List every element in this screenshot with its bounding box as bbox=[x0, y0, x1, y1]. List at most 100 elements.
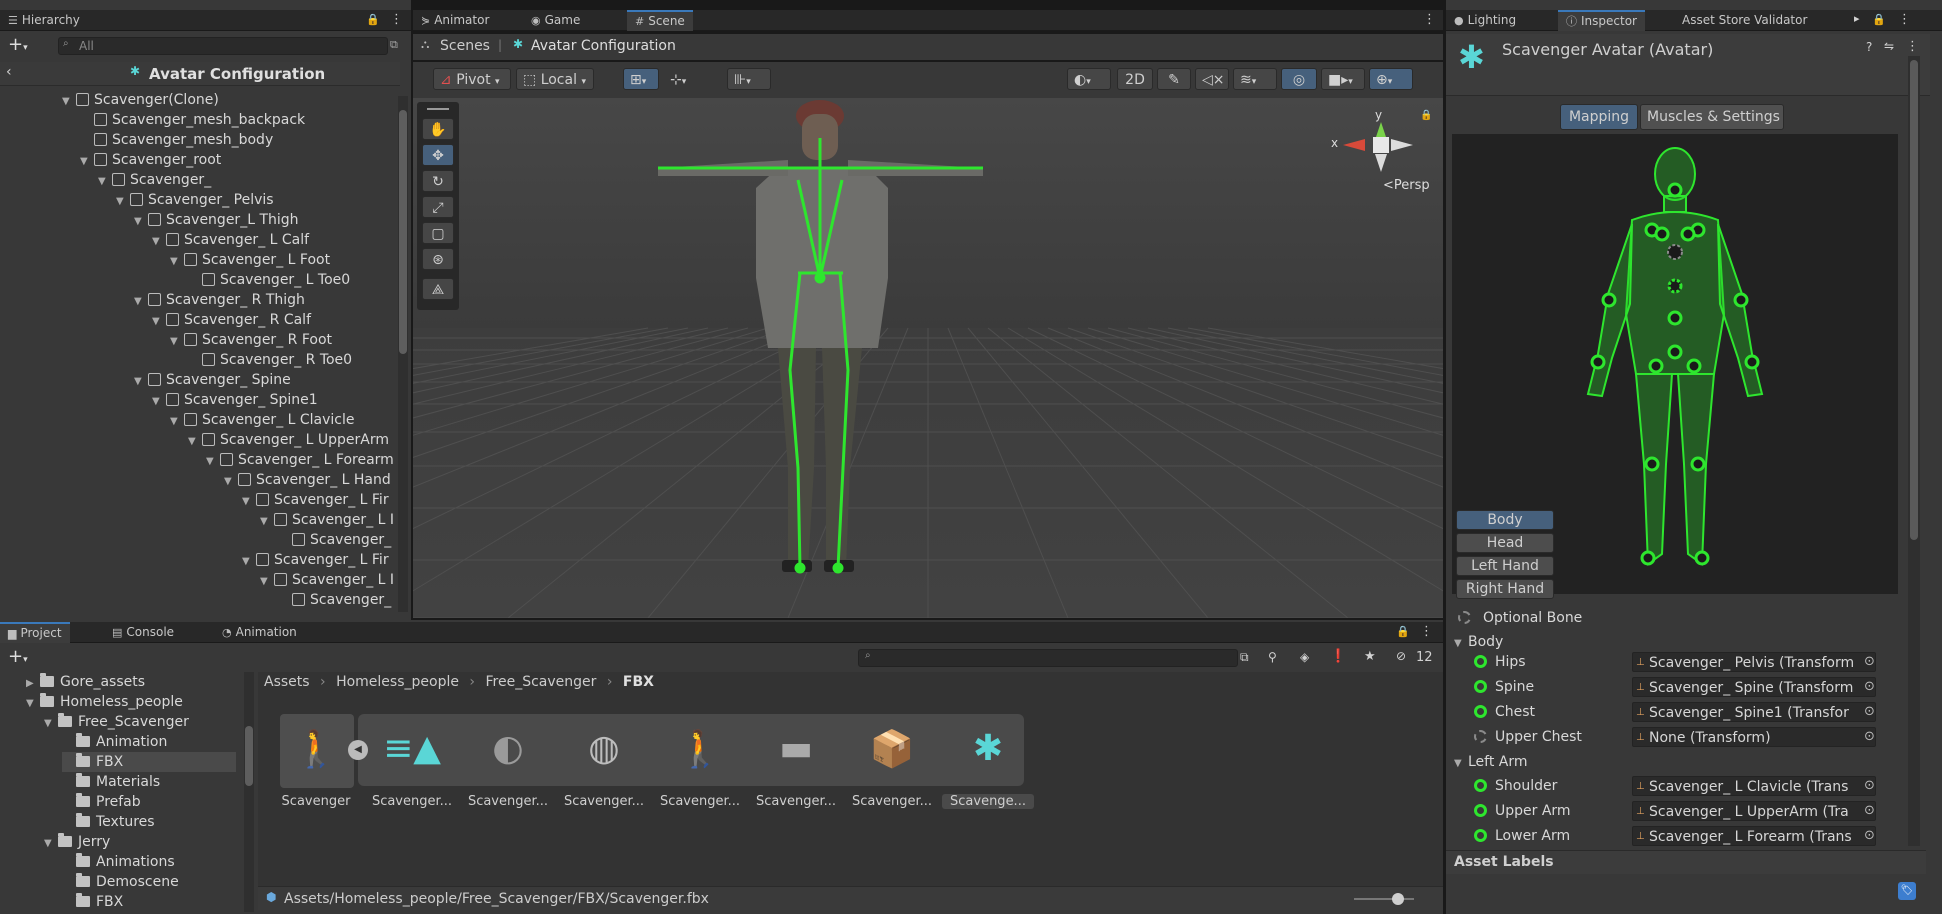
object-picker-icon[interactable]: ⊙ bbox=[1864, 677, 1875, 697]
expand-arrow-icon[interactable]: ▼ bbox=[134, 212, 144, 232]
expand-arrow-icon[interactable]: ▼ bbox=[44, 834, 54, 854]
scale-tool[interactable]: ⤢ bbox=[422, 196, 454, 218]
hierarchy-item[interactable]: ▼ Scavenger_ L Clavicle bbox=[170, 410, 355, 430]
section-body[interactable]: ▼ Body bbox=[1454, 632, 1503, 652]
inspector-scrollbar[interactable] bbox=[1908, 56, 1920, 846]
tab-scene[interactable]: # Scene bbox=[627, 10, 693, 31]
gizmos-dropdown[interactable]: ⊕▾ bbox=[1369, 68, 1413, 90]
2d-toggle[interactable]: 2D bbox=[1117, 68, 1153, 90]
hierarchy-item[interactable]: ▼ Scavenger_ R Thigh bbox=[134, 290, 305, 310]
increment-snap-button[interactable]: ⊹▾ bbox=[663, 68, 699, 90]
lighting-toggle[interactable]: ✎ bbox=[1157, 68, 1191, 90]
rect-tool[interactable]: ▢ bbox=[422, 222, 454, 244]
expand-arrow-icon[interactable]: ▼ bbox=[152, 392, 162, 412]
tab-project[interactable]: ▆ Project bbox=[0, 622, 70, 643]
back-arrow-icon[interactable]: ‹ bbox=[6, 64, 12, 80]
bone-transform-field[interactable]: ⊥ Scavenger_ Pelvis (Transform bbox=[1632, 652, 1876, 672]
hierarchy-item[interactable]: Scavenger_ bbox=[278, 530, 391, 550]
hidden-packages-icon[interactable]: ⊘ bbox=[1396, 649, 1406, 663]
lock-icon[interactable]: 🔒 bbox=[1420, 110, 1432, 121]
tab-animation[interactable]: ◔ Animation bbox=[214, 622, 305, 643]
asset-tile[interactable]: 📦 bbox=[856, 714, 928, 786]
project-folder-item[interactable]: Materials bbox=[62, 772, 160, 792]
asset-tile[interactable]: ◍ bbox=[568, 714, 640, 786]
expand-arrow-icon[interactable]: ▼ bbox=[260, 512, 270, 532]
bone-transform-field[interactable]: ⊥ None (Transform) bbox=[1632, 727, 1876, 747]
project-folder-item[interactable]: Textures bbox=[62, 812, 155, 832]
hand-tool[interactable]: ✋ bbox=[422, 118, 454, 140]
kebab-menu-icon[interactable]: ⋮ bbox=[1420, 624, 1433, 639]
asset-scrollbar[interactable] bbox=[258, 702, 260, 882]
hierarchy-item[interactable]: ▼ Scavenger_ L Hand bbox=[224, 470, 391, 490]
hierarchy-search-input[interactable]: ⌕ All bbox=[58, 37, 388, 55]
hierarchy-item[interactable]: Scavenger_ L Toe0 bbox=[188, 270, 350, 290]
persp-label[interactable]: <Persp bbox=[1383, 178, 1430, 193]
expand-arrow-icon[interactable]: ▼ bbox=[98, 172, 108, 192]
object-picker-icon[interactable]: ⊙ bbox=[1864, 801, 1875, 821]
visibility-toggle[interactable]: ◎ bbox=[1281, 68, 1317, 90]
help-icon[interactable]: ? bbox=[1866, 40, 1872, 54]
hierarchy-item[interactable]: Scavenger_ R Toe0 bbox=[188, 350, 352, 370]
object-picker-icon[interactable]: ⊙ bbox=[1864, 702, 1875, 722]
hierarchy-item[interactable]: ▼ Scavenger_ R Calf bbox=[152, 310, 311, 330]
expand-arrow-icon[interactable]: ▼ bbox=[170, 332, 180, 352]
kebab-menu-icon[interactable]: ⋮ bbox=[1898, 12, 1911, 27]
expand-arrow-icon[interactable]: ▼ bbox=[152, 312, 162, 332]
project-folder-item[interactable]: FBX bbox=[62, 892, 123, 912]
asset-tile[interactable]: ▬ bbox=[760, 714, 832, 786]
expand-arrow-icon[interactable]: ▼ bbox=[134, 372, 144, 392]
lock-icon[interactable]: 🔒 bbox=[366, 13, 380, 26]
hierarchy-item[interactable]: ▼ Scavenger_ Pelvis bbox=[116, 190, 274, 210]
hierarchy-item[interactable]: ▼ Scavenger_ R Foot bbox=[170, 330, 332, 350]
expand-arrow-icon[interactable]: ▼ bbox=[62, 92, 72, 112]
tab-asset-store-validator[interactable]: Asset Store Validator bbox=[1674, 10, 1815, 31]
bone-transform-field[interactable]: ⊥ Scavenger_ L Forearm (Trans bbox=[1632, 826, 1876, 846]
filter-by-type-icon[interactable]: ⚲ bbox=[1268, 650, 1277, 664]
object-picker-icon[interactable]: ⊙ bbox=[1864, 776, 1875, 796]
bone-transform-field[interactable]: ⊥ Scavenger_ Spine (Transform bbox=[1632, 677, 1876, 697]
search-by-type-icon[interactable]: ⧉ bbox=[1240, 650, 1249, 665]
expand-arrow-icon[interactable]: ▼ bbox=[242, 492, 252, 512]
breadcrumb-scenes[interactable]: Scenes bbox=[440, 38, 490, 54]
project-folder-item[interactable]: ▶ Gore_assets bbox=[26, 672, 145, 692]
hierarchy-item[interactable]: ▼ Scavenger_ L UpperArm bbox=[188, 430, 389, 450]
expand-arrow-icon[interactable]: ▼ bbox=[152, 232, 162, 252]
kebab-menu-icon[interactable]: ⋮ bbox=[1906, 39, 1919, 54]
hierarchy-item[interactable]: ▼ Scavenger_ L Calf bbox=[152, 230, 309, 250]
asset-tile[interactable]: ✱ bbox=[952, 714, 1024, 786]
hierarchy-item[interactable]: ▼ Scavenger_L Thigh bbox=[134, 210, 299, 230]
shading-mode-button[interactable]: ◐▾ bbox=[1067, 68, 1111, 90]
local-dropdown[interactable]: ⬚ Local ▾ bbox=[516, 68, 594, 90]
tab-muscles-settings[interactable]: Muscles & Settings bbox=[1640, 104, 1784, 130]
settings-icon[interactable]: ⇋ bbox=[1884, 39, 1894, 53]
project-folder-item[interactable]: Animation bbox=[62, 732, 167, 752]
scene-viewport[interactable]: ✋ ✥ ↻ ⤢ ▢ ⊛ ⟁ y x 🔒 <Persp bbox=[413, 98, 1443, 618]
character-model[interactable] bbox=[638, 98, 1098, 598]
expand-arrow-icon[interactable]: ▼ bbox=[224, 472, 234, 492]
transform-tool[interactable]: ⊛ bbox=[422, 248, 454, 270]
kebab-menu-icon[interactable]: ⋮ bbox=[1423, 12, 1436, 27]
add-icon[interactable]: +▾ bbox=[8, 646, 28, 667]
add-icon[interactable]: +▾ bbox=[8, 34, 28, 55]
object-picker-icon[interactable]: ⊙ bbox=[1864, 727, 1875, 747]
tab-animator[interactable]: ⋟ Animator bbox=[413, 10, 497, 31]
warning-icon[interactable]: ❗ bbox=[1330, 649, 1346, 664]
search-filter-icon[interactable]: ⧉ bbox=[390, 38, 398, 52]
breadcrumb-item[interactable]: Assets bbox=[264, 674, 310, 690]
breadcrumb-item[interactable]: Free_Scavenger bbox=[485, 674, 596, 690]
head-button[interactable]: Head bbox=[1456, 533, 1554, 553]
breadcrumb-item[interactable]: Homeless_people bbox=[336, 674, 459, 690]
bone-transform-field[interactable]: ⊥ Scavenger_ Spine1 (Transfor bbox=[1632, 702, 1876, 722]
lock-icon[interactable]: 🔒 bbox=[1872, 13, 1886, 26]
custom-tool[interactable]: ⟁ bbox=[422, 278, 454, 300]
pivot-dropdown[interactable]: ⊿ Pivot ▾ bbox=[433, 68, 511, 90]
section-left-arm[interactable]: ▼ Left Arm bbox=[1454, 752, 1528, 772]
hierarchy-item[interactable]: ▼ Scavenger_ L Foot bbox=[170, 250, 330, 270]
folder-tree-scrollbar[interactable] bbox=[244, 672, 254, 912]
project-folder-item[interactable]: FBX bbox=[62, 752, 236, 772]
hierarchy-item[interactable]: ▼ Scavenger_ L I bbox=[260, 570, 394, 590]
orientation-gizmo[interactable]: y x 🔒 <Persp bbox=[1323, 108, 1433, 198]
object-picker-icon[interactable]: ⊙ bbox=[1864, 652, 1875, 672]
expand-arrow-icon[interactable]: ▼ bbox=[116, 192, 126, 212]
right-hand-button[interactable]: Right Hand bbox=[1456, 579, 1554, 599]
